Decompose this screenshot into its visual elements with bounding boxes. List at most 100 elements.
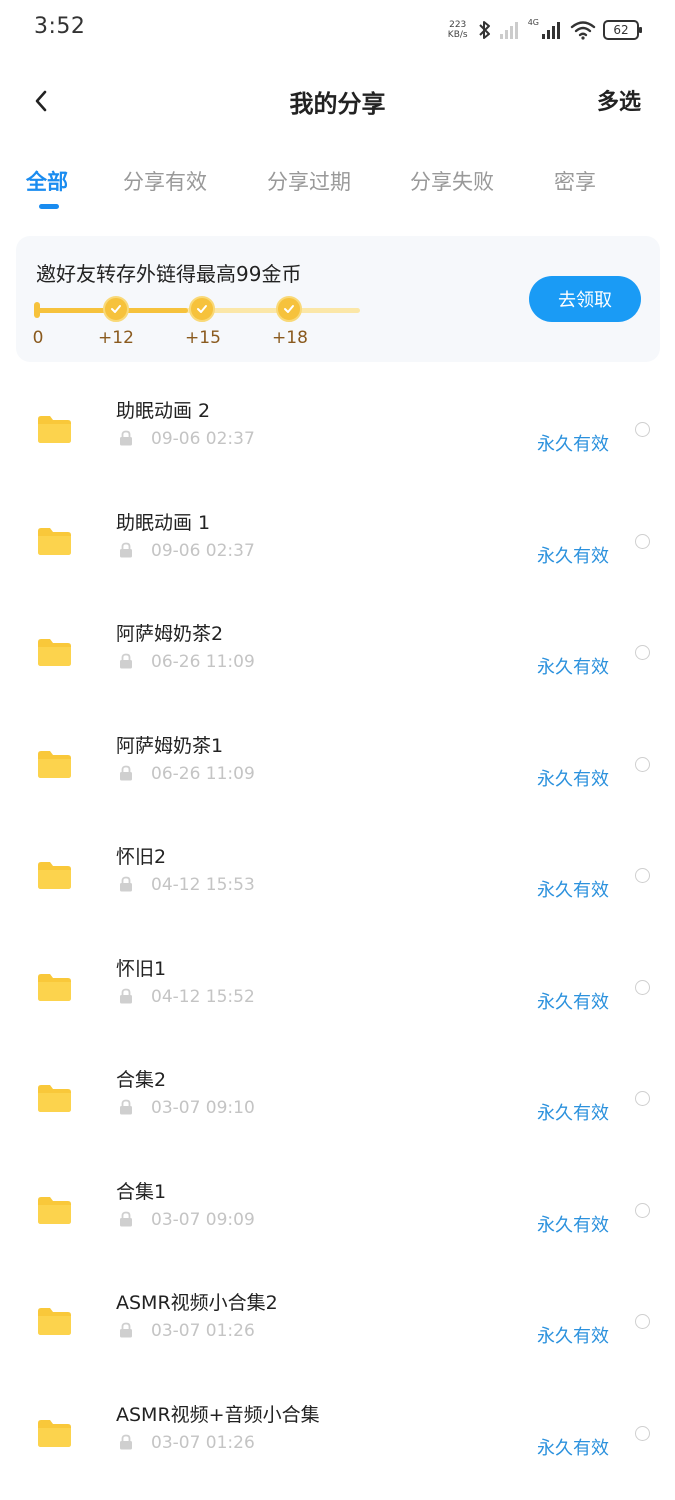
status-bar: 3:52 223 KB/s 4G 62 [0,0,675,60]
share-item-date: 09-06 02:37 [151,429,255,449]
battery-level: 62 [613,23,629,37]
share-item-date: 03-07 01:26 [151,1432,255,1453]
tab-valid[interactable]: 分享有效 [123,166,207,196]
folder-icon [38,1419,71,1447]
lock-icon [120,542,132,557]
share-item-name: 阿萨姆奶茶2 [116,623,224,645]
tab-all[interactable]: 全部 [26,166,68,196]
lock-icon [120,1211,132,1226]
network-speed-value: 223 [449,20,467,30]
select-radio[interactable] [635,533,650,549]
share-item-date: 09-06 02:37 [151,540,255,561]
select-radio[interactable] [635,1202,650,1218]
share-item-status: 永久有效 [537,434,609,455]
share-item-date: 03-07 09:09 [151,1209,255,1230]
share-list: 助眠动画 2 09-06 02:37 永久有效 助眠动画 1 09-06 02:… [0,372,675,1487]
lock-icon [120,1434,132,1449]
reward-label: +15 [185,328,221,348]
share-list-item[interactable]: 阿萨姆奶茶2 06-26 11:09 永久有效 [0,595,675,707]
claim-reward-button[interactable]: 去领取 [529,276,641,322]
status-icons: 223 KB/s 4G 62 [445,16,642,44]
bluetooth-icon [478,21,490,39]
network-speed: 223 KB/s [445,20,471,40]
share-item-name: 阿萨姆奶茶1 [116,734,224,757]
share-list-item[interactable]: 怀旧2 04-12 15:53 永久有效 [0,818,675,930]
share-list-item[interactable]: ASMR视频小合集2 03-07 01:26 永久有效 [0,1264,675,1376]
status-time: 3:52 [34,14,86,39]
tab-secret[interactable]: 密享 [554,166,596,196]
banner-title: 邀好友转存外链得最高99金币 [36,262,302,286]
select-radio[interactable] [635,756,650,772]
share-item-status: 永久有效 [537,991,609,1013]
folder-icon [38,750,71,778]
network-speed-unit: KB/s [447,30,468,40]
lock-icon [120,876,132,892]
select-radio[interactable] [635,1091,650,1106]
share-list-item[interactable]: 合集1 03-07 09:09 永久有效 [0,1153,675,1265]
share-list-item[interactable]: 阿萨姆奶茶1 06-26 11:09 永久有效 [0,707,675,819]
lock-icon [120,430,132,446]
lock-icon [120,653,132,669]
share-list-item[interactable]: 怀旧1 04-12 15:52 永久有效 [0,930,675,1042]
lock-icon [120,988,132,1003]
active-tab-indicator [39,204,59,209]
share-item-name: 助眠动画 2 [116,400,211,422]
folder-icon [38,1308,71,1335]
lock-icon [120,1322,132,1338]
share-item-status: 永久有效 [537,545,609,567]
header: 我的分享 多选 [0,70,675,132]
folder-icon [38,527,71,555]
network-type-label: 4G [527,18,539,27]
folder-icon [38,973,71,1001]
share-item-date: 06-26 11:09 [151,652,255,672]
share-item-status: 永久有效 [537,1326,609,1347]
share-list-item[interactable]: 助眠动画 1 09-06 02:37 永久有效 [0,484,675,596]
invite-reward-banner[interactable]: 邀好友转存外链得最高99金币 0 +12 +15 +18 去领取 [16,236,660,362]
select-radio[interactable] [635,1425,650,1441]
lock-icon [120,765,132,780]
share-item-name: 怀旧2 [116,846,167,868]
folder-icon [38,1196,71,1224]
share-item-name: ASMR视频+音频小合集 [116,1403,320,1426]
share-item-status: 永久有效 [537,880,609,901]
check-icon [189,296,215,322]
share-item-date: 04-12 15:52 [151,986,255,1007]
select-radio[interactable] [635,422,650,437]
signal-sim1-icon [499,22,518,39]
folder-icon [38,416,71,443]
tab-expired[interactable]: 分享过期 [267,166,351,196]
reward-label: 0 [32,328,44,348]
share-list-item[interactable]: ASMR视频+音频小合集 03-07 01:26 永久有效 [0,1376,675,1488]
signal-sim2-icon [542,22,560,39]
battery-icon: 62 [603,20,642,40]
share-item-name: 合集1 [116,1180,167,1203]
select-radio[interactable] [635,1314,650,1329]
share-list-item[interactable]: 合集2 03-07 09:10 永久有效 [0,1041,675,1153]
reward-label: +12 [98,328,134,348]
reward-label: +18 [272,328,308,348]
folder-icon [38,639,71,666]
share-item-status: 永久有效 [537,768,609,790]
tab-bar: 全部 分享有效 分享过期 分享失败 密享 [0,166,675,216]
share-item-name: 怀旧1 [116,957,167,980]
share-item-date: 03-07 01:26 [151,1321,255,1341]
check-icon [103,296,129,322]
share-item-name: 合集2 [116,1069,167,1091]
share-item-date: 06-26 11:09 [151,763,255,784]
share-item-status: 永久有效 [537,657,609,678]
share-item-name: ASMR视频小合集2 [116,1292,278,1314]
multi-select-button[interactable]: 多选 [597,84,641,116]
lock-icon [120,1099,132,1115]
share-item-name: 助眠动画 1 [116,511,211,534]
select-radio[interactable] [635,979,650,995]
reward-progress-start [34,302,40,318]
tab-failed[interactable]: 分享失败 [410,166,494,196]
folder-icon [38,862,71,889]
select-radio[interactable] [635,868,650,883]
share-list-item[interactable]: 助眠动画 2 09-06 02:37 永久有效 [0,372,675,484]
check-icon [276,296,302,322]
select-radio[interactable] [635,645,650,660]
share-item-date: 04-12 15:53 [151,875,255,895]
wifi-icon [570,21,596,40]
page-title: 我的分享 [289,90,386,118]
